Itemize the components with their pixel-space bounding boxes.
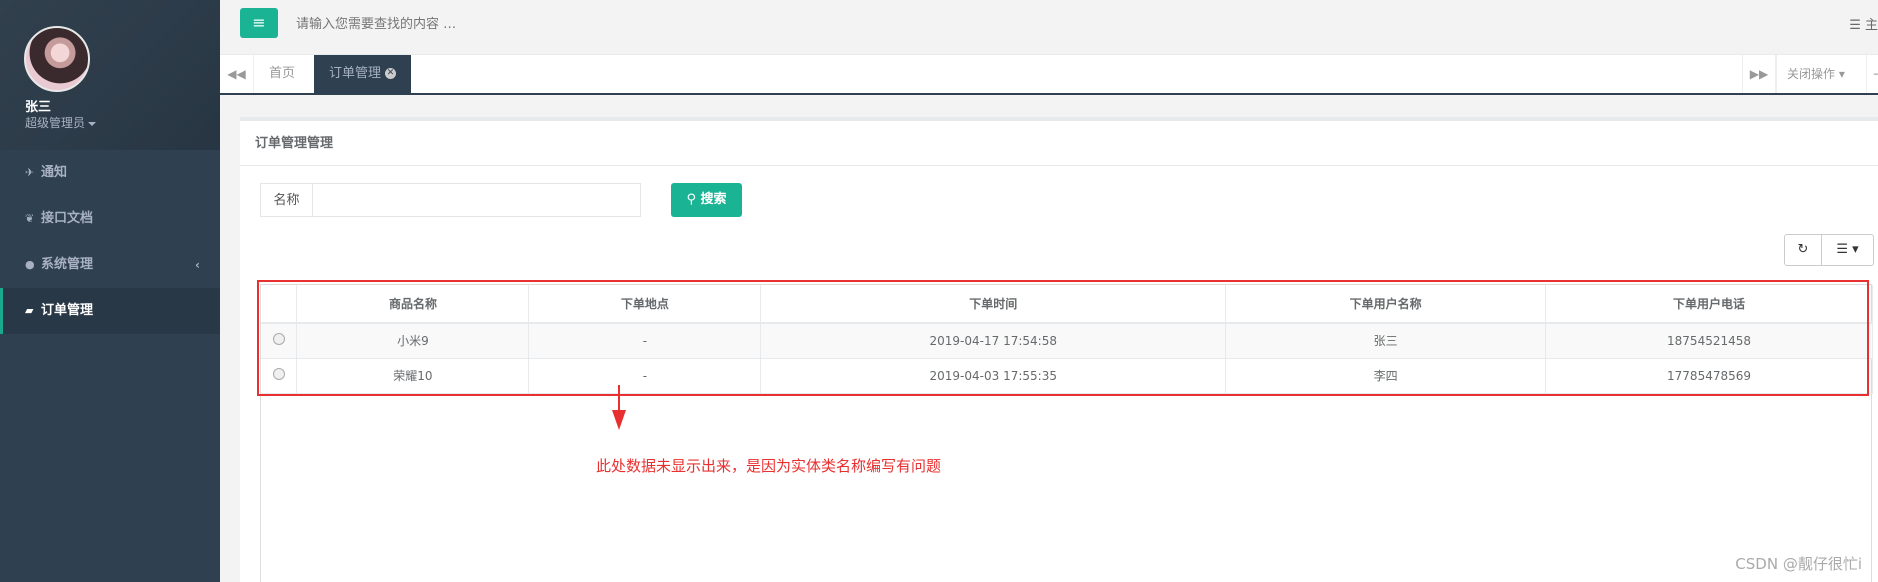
annotation-highlight-box (257, 280, 1869, 396)
sidebar-nav: ✈ 通知 ❦ 接口文档 ● 系统管理 ‹ ▰ 订单管理 (0, 150, 220, 334)
columns-button[interactable]: ☰ ▾ (1822, 234, 1874, 266)
hamburger-icon: ≡ (252, 13, 266, 32)
user-name: 张三 (25, 100, 52, 115)
tab-scroll-left-button[interactable]: ◀◀ (220, 55, 254, 93)
tab-bar: ◀◀ 首页 订单管理✕ ▶▶ 关闭操作 ▾ ⇥ (220, 55, 1878, 95)
user-role-label: 超级管理员 (25, 116, 86, 130)
search-button-label: 搜索 (700, 192, 727, 207)
backward-icon: ◀◀ (227, 67, 246, 81)
refresh-button[interactable]: ↻ (1784, 234, 1822, 266)
graduation-cap-icon: ▰ (25, 304, 34, 317)
tab-label: 订单管理 (329, 66, 382, 81)
rocket-icon: ✈ (25, 166, 35, 179)
watermark: CSDN @靓仔很忙i (1735, 555, 1862, 573)
theme-menu[interactable]: ☰ 主 (1849, 14, 1878, 33)
tab-label: 首页 (269, 66, 296, 81)
search-button[interactable]: ⚲ 搜索 (671, 183, 742, 217)
profile-panel: 张三 超级管理员 (0, 0, 220, 150)
caret-down-icon: ▾ (1852, 242, 1859, 257)
tab-scroll-right-button[interactable]: ▶▶ (1742, 55, 1776, 93)
list-icon: ☰ (1836, 242, 1848, 257)
sidebar-item-label: 订单管理 (41, 303, 94, 318)
sidebar-item-notice[interactable]: ✈ 通知 (0, 150, 220, 196)
logout-button[interactable]: ⇥ (1866, 55, 1878, 93)
close-icon[interactable]: ✕ (385, 68, 397, 79)
sidebar-item-label: 通知 (41, 165, 68, 180)
caret-down-icon (88, 121, 97, 126)
close-ops-label: 关闭操作 (1787, 67, 1836, 81)
sidebar-item-label: 系统管理 (41, 257, 94, 272)
panel-title: 订单管理管理 (240, 121, 1878, 166)
sidebar-item-system[interactable]: ● 系统管理 ‹ (0, 242, 220, 288)
list-icon: ☰ (1849, 18, 1865, 33)
chevron-left-icon: ‹ (195, 258, 200, 272)
theme-label: 主 (1864, 18, 1878, 33)
global-search-input[interactable] (296, 12, 696, 36)
sidebar-item-api-docs[interactable]: ❦ 接口文档 (0, 196, 220, 242)
menu-toggle-button[interactable]: ≡ (240, 8, 278, 38)
refresh-icon: ↻ (1797, 242, 1809, 257)
user-icon: ● (25, 258, 35, 271)
sign-out-icon: ⇥ (1873, 67, 1878, 81)
sidebar-item-orders[interactable]: ▰ 订单管理 (0, 288, 220, 334)
annotation-text: 此处数据未显示出来，是因为实体类名称编写有问题 (596, 457, 942, 475)
caret-down-icon: ▾ (1838, 67, 1845, 81)
table-toolbar: ↻ ☰ ▾ (1784, 234, 1874, 266)
name-filter-label: 名称 (260, 183, 313, 217)
forward-icon: ▶▶ (1749, 67, 1769, 81)
name-filter: 名称 (260, 183, 641, 217)
close-operations-dropdown[interactable]: 关闭操作 ▾ (1776, 55, 1855, 93)
sidebar: 张三 超级管理员 ✈ 通知 ❦ 接口文档 ● 系统管理 ‹ ▰ 订单管理 (0, 0, 220, 582)
sidebar-item-label: 接口文档 (41, 211, 94, 226)
user-role-dropdown[interactable]: 超级管理员 (25, 114, 97, 131)
annotation-arrow-head (612, 410, 626, 430)
tab-home[interactable]: 首页 (254, 55, 310, 93)
name-filter-input[interactable] (313, 183, 641, 217)
avatar[interactable] (24, 26, 90, 92)
top-header: ≡ ☰ 主 (220, 0, 1878, 55)
tab-orders[interactable]: 订单管理 ✕ (314, 55, 412, 93)
leaf-icon: ❦ (25, 212, 35, 225)
search-icon: ⚲ (686, 192, 701, 207)
